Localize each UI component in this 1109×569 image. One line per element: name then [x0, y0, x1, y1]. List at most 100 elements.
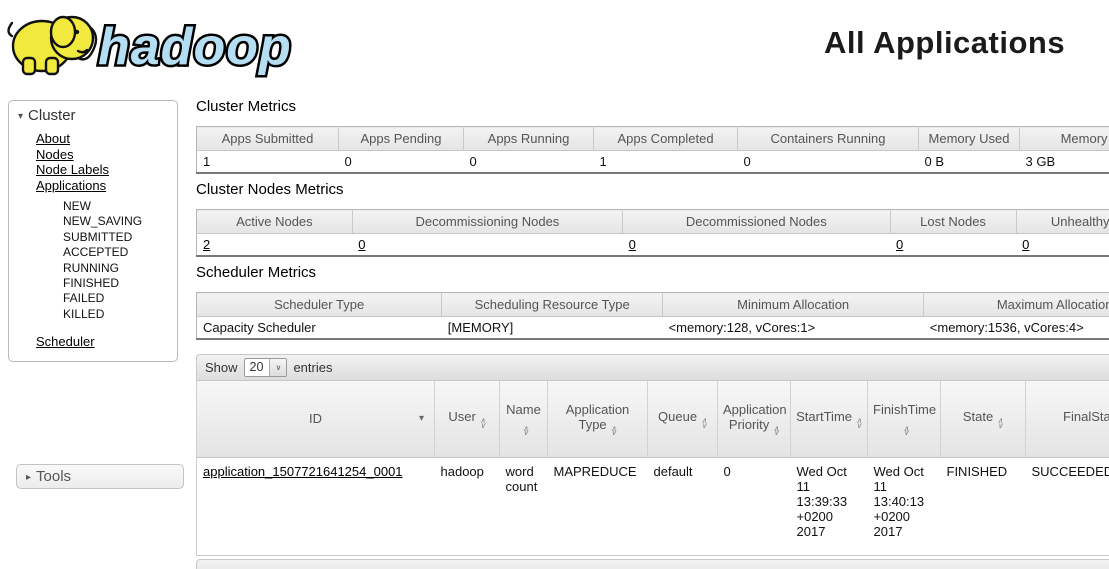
application-id-link[interactable]: application_1507721641254_0001 [203, 464, 403, 479]
show-entries-bar: Show 20 ∨ entries [196, 354, 1109, 381]
hadoop-logo: hadoop [6, 6, 316, 78]
cluster-nodes-metrics-table: Active Nodes Decommissioning Nodes Decom… [196, 209, 1109, 257]
scheduler-metrics-row: Capacity Scheduler [MEMORY] <memory:128,… [197, 317, 1109, 340]
sidebar-state-failed[interactable]: FAILED [63, 291, 104, 305]
application-priority: 0 [718, 457, 791, 555]
entries-select-value: 20 [245, 359, 270, 376]
lost-nodes-link[interactable]: 0 [896, 237, 903, 252]
sidebar-state-new[interactable]: NEW [63, 199, 91, 213]
entries-label: entries [293, 360, 332, 375]
cluster-menu-label: Cluster [28, 107, 76, 124]
application-finishtime: Wed Oct 11 13:40:13 +0200 2017 [868, 457, 941, 555]
application-state: FINISHED [941, 457, 1026, 555]
col-active-nodes: Active Nodes [197, 210, 353, 234]
memory-total-value: 3 GB [1020, 151, 1109, 174]
header-finalstatus[interactable]: FinalStatus∧∨ [1026, 381, 1109, 457]
scheduler-metrics-table: Scheduler Type Scheduling Resource Type … [196, 292, 1109, 340]
cluster-metrics-table: Apps Submitted Apps Pending Apps Running… [196, 126, 1109, 174]
sort-icon: ∧∨ [856, 419, 862, 428]
expand-icon: ▸ [26, 472, 31, 483]
apps-running-value: 0 [464, 151, 594, 174]
sidebar-item-nodes[interactable]: Nodes [36, 147, 74, 162]
sidebar-item-node-labels[interactable]: Node Labels [36, 162, 109, 177]
application-finalstatus: SUCCEEDED [1026, 457, 1109, 555]
sidebar-state-finished[interactable]: FINISHED [63, 276, 119, 290]
sort-icon: ∧∨ [611, 427, 617, 436]
decommissioning-nodes-link[interactable]: 0 [358, 237, 365, 252]
col-apps-completed: Apps Completed [594, 127, 738, 151]
cluster-metrics-title: Cluster Metrics [196, 98, 1109, 115]
header-queue[interactable]: Queue∧∨ [648, 381, 718, 457]
col-minimum-allocation: Minimum Allocation [663, 293, 924, 317]
table-info-bar: Showing 1 to 1 of 1 entries [196, 559, 1109, 569]
applications-table: ID ▾ User∧∨ Name∧∨ Application Type∧∨ Qu… [196, 381, 1109, 556]
sort-icon: ∧∨ [773, 427, 779, 436]
scheduler-metrics-title: Scheduler Metrics [196, 264, 1109, 281]
header-state[interactable]: State∧∨ [941, 381, 1026, 457]
unhealthy-nodes-link[interactable]: 0 [1022, 237, 1029, 252]
cluster-menu: ▾ Cluster About Nodes Node Labels Applica… [8, 100, 178, 362]
header-starttime[interactable]: StartTime∧∨ [791, 381, 868, 457]
tools-menu-label: Tools [36, 468, 71, 485]
minimum-allocation-value: <memory:128, vCores:1> [663, 317, 924, 340]
col-apps-pending: Apps Pending [339, 127, 464, 151]
cluster-nodes-metrics-row: 2 0 0 0 0 [197, 234, 1109, 257]
col-decommissioned-nodes: Decommissioned Nodes [623, 210, 890, 234]
sort-icon: ∧∨ [701, 419, 707, 428]
application-starttime: Wed Oct 11 13:39:33 +0200 2017 [791, 457, 868, 555]
sidebar-state-submitted[interactable]: SUBMITTED [63, 230, 132, 244]
col-apps-submitted: Apps Submitted [197, 127, 339, 151]
show-label: Show [205, 360, 238, 375]
apps-completed-value: 1 [594, 151, 738, 174]
main-content: Cluster Metrics Apps Submitted Apps Pend… [196, 96, 1109, 569]
application-name: word count [500, 457, 548, 555]
hadoop-wordmark: hadoop [98, 18, 292, 76]
sidebar-state-new-saving[interactable]: NEW_SAVING [63, 214, 142, 228]
col-memory-total: Memory Total [1020, 127, 1109, 151]
sidebar-item-applications[interactable]: Applications [36, 178, 106, 193]
col-scheduler-type: Scheduler Type [197, 293, 442, 317]
col-memory-used: Memory Used [919, 127, 1020, 151]
sidebar-item-about[interactable]: About [36, 131, 70, 146]
col-lost-nodes: Lost Nodes [890, 210, 1016, 234]
cluster-nodes-metrics-title: Cluster Nodes Metrics [196, 181, 1109, 198]
maximum-allocation-value: <memory:1536, vCores:4> [924, 317, 1109, 340]
col-maximum-allocation: Maximum Allocation [924, 293, 1109, 317]
header-name[interactable]: Name∧∨ [500, 381, 548, 457]
sidebar-state-running[interactable]: RUNNING [63, 261, 119, 275]
cluster-menu-header[interactable]: ▾ Cluster [9, 104, 177, 128]
sidebar-state-accepted[interactable]: ACCEPTED [63, 245, 128, 259]
header-user[interactable]: User∧∨ [435, 381, 500, 457]
sidebar-item-scheduler[interactable]: Scheduler [36, 334, 95, 349]
applications-panel: Show 20 ∨ entries ID ▾ User∧∨ Name∧∨ App… [196, 354, 1109, 569]
sort-icon: ∧∨ [997, 419, 1003, 428]
sort-icon: ∧∨ [903, 427, 909, 436]
containers-running-value: 0 [738, 151, 919, 174]
application-row: application_1507721641254_0001 hadoop wo… [197, 457, 1109, 555]
header-application-type[interactable]: Application Type∧∨ [548, 381, 648, 457]
header-application-priority[interactable]: Application Priority∧∨ [718, 381, 791, 457]
decommissioned-nodes-link[interactable]: 0 [629, 237, 636, 252]
apps-submitted-value: 1 [197, 151, 339, 174]
sidebar-state-killed[interactable]: KILLED [63, 307, 104, 321]
application-user: hadoop [435, 457, 500, 555]
col-unhealthy-nodes: Unhealthy Nodes [1016, 210, 1109, 234]
tools-menu-header[interactable]: ▸ Tools [16, 464, 184, 489]
col-containers-running: Containers Running [738, 127, 919, 151]
sort-icon: ∧∨ [523, 427, 529, 436]
cluster-metrics-row: 1 0 0 1 0 0 B 3 GB [197, 151, 1109, 174]
scheduling-resource-type-value: [MEMORY] [442, 317, 663, 340]
sort-desc-icon: ▾ [419, 413, 424, 424]
active-nodes-link[interactable]: 2 [203, 237, 210, 252]
collapse-icon: ▾ [18, 111, 23, 122]
hadoop-elephant-icon: hadoop [6, 6, 316, 78]
page-title: All Applications [824, 25, 1065, 61]
col-scheduling-resource-type: Scheduling Resource Type [442, 293, 663, 317]
col-decommissioning-nodes: Decommissioning Nodes [352, 210, 622, 234]
col-apps-running: Apps Running [464, 127, 594, 151]
entries-select[interactable]: 20 ∨ [244, 358, 288, 377]
memory-used-value: 0 B [919, 151, 1020, 174]
application-queue: default [648, 457, 718, 555]
header-id[interactable]: ID ▾ [197, 381, 435, 457]
header-finishtime[interactable]: FinishTime∧∨ [868, 381, 941, 457]
